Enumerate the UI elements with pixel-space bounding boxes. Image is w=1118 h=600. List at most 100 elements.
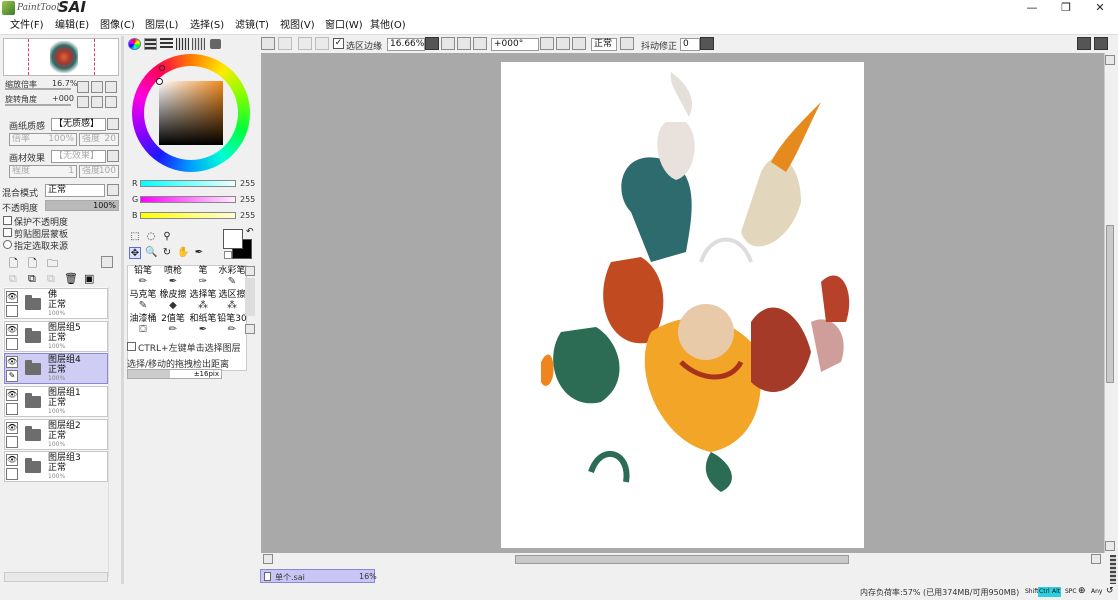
effect-strength-field[interactable]: 强度 100 <box>79 165 119 178</box>
brush-washi[interactable]: 和纸笔 ✒ <box>188 314 218 337</box>
layer-item-fo[interactable]: 👁 佛 正常 100% <box>4 288 108 319</box>
r-slider[interactable] <box>140 180 236 187</box>
magic-wand-icon[interactable]: ⚲ <box>161 231 173 243</box>
nav-rotate-left-icon[interactable] <box>77 96 89 108</box>
brush-pencil30[interactable]: 铅笔30 ✏ <box>217 314 247 337</box>
saturation-value-square[interactable] <box>159 81 223 145</box>
nav-zoom-out-icon[interactable] <box>77 81 89 93</box>
drag-distance-slider[interactable]: ±16pix <box>127 369 222 379</box>
vscroll-up-icon[interactable] <box>1105 55 1115 65</box>
layer-item-group3[interactable]: 👁 图层组3 正常 100% <box>4 451 108 482</box>
document-tab[interactable]: 单个.sai 16% <box>260 569 377 583</box>
effect-width-field[interactable]: 程度 1 <box>9 165 77 178</box>
zoom-out-icon[interactable] <box>441 37 455 50</box>
paper-scale-field[interactable]: 倍率 100% <box>9 133 77 146</box>
stabilizer-dropdown-icon[interactable] <box>700 37 714 50</box>
scratchpad-tab-icon[interactable] <box>210 39 221 49</box>
layer-mask-icon[interactable]: ▣ <box>84 272 94 285</box>
vscroll-thumb[interactable] <box>1106 225 1114 383</box>
layer-hscrollbar[interactable] <box>4 572 108 582</box>
rotate-left-icon[interactable] <box>540 37 554 50</box>
layer-item-group5[interactable]: 👁 图层组5 正常 100% <box>4 321 108 352</box>
swatch-tab-icon[interactable] <box>192 38 205 50</box>
hscroll-left-icon[interactable] <box>263 554 273 564</box>
rect-select-icon[interactable]: ⬚ <box>129 231 141 243</box>
lock-checkbox[interactable] <box>6 468 18 480</box>
g-slider[interactable] <box>140 196 236 203</box>
zoom-slider[interactable] <box>5 88 71 90</box>
hscroll-thumb[interactable] <box>515 555 849 564</box>
zoom-field[interactable]: 16.66% <box>387 38 425 51</box>
hsv-slider-tab-icon[interactable] <box>160 38 173 50</box>
layer-blend-field[interactable]: 正常 <box>45 184 105 197</box>
zoom-icon[interactable]: 🔍 <box>145 247 157 259</box>
fullscreen-icon[interactable] <box>1094 37 1108 50</box>
rotation-field[interactable]: +000° <box>491 38 539 51</box>
layer-item-group2[interactable]: 👁 图层组2 正常 100% <box>4 419 108 450</box>
layer-item-group4[interactable]: 👁 ✎ 图层组4 正常 100% <box>4 353 108 384</box>
opacity-slider[interactable]: 100% <box>45 200 119 211</box>
nav-zoom-reset-icon[interactable] <box>105 81 117 93</box>
paper-texture-dropdown-icon[interactable] <box>107 118 119 130</box>
brush-watercolor[interactable]: 水彩笔 ✎ <box>217 266 247 289</box>
menu-file[interactable]: 文件(F) <box>10 17 44 35</box>
maximize-button[interactable]: ❐ <box>1056 1 1076 15</box>
hscroll-right-icon[interactable] <box>1091 554 1101 564</box>
brush-airbrush[interactable]: 喷枪 ✒ <box>158 266 188 289</box>
rotate-reset-icon[interactable] <box>572 37 586 50</box>
b-slider[interactable] <box>140 212 236 219</box>
layer-scrollbar[interactable] <box>108 287 119 577</box>
menu-select[interactable]: 选择(S) <box>190 17 224 35</box>
brush-pencil[interactable]: 铅笔 ✏ <box>128 266 158 289</box>
menu-filter[interactable]: 滤镜(T) <box>235 17 269 35</box>
visibility-eye-icon[interactable]: 👁 <box>6 389 18 401</box>
lock-checkbox[interactable] <box>6 305 18 317</box>
nav-rotate-reset-icon[interactable] <box>105 96 117 108</box>
lasso-icon[interactable]: ◌ <box>145 231 157 243</box>
brush-select-eraser[interactable]: 选区擦 ⁂ <box>217 290 247 313</box>
lock-checkbox[interactable] <box>6 338 18 350</box>
lock-checkbox[interactable] <box>6 436 18 448</box>
menu-window[interactable]: 窗口(W) <box>325 17 363 35</box>
copy-layer-icon[interactable]: ⧉ <box>9 272 17 286</box>
brush-pen[interactable]: 笔 ✑ <box>188 266 218 289</box>
menu-image[interactable]: 图像(C) <box>100 17 135 35</box>
color-wheel-tab-icon[interactable] <box>128 38 141 50</box>
gradient-tab-icon[interactable] <box>176 38 189 50</box>
eyedropper-icon[interactable]: ✒ <box>193 247 205 259</box>
move-icon[interactable]: ✥ <box>129 247 141 259</box>
visibility-eye-icon[interactable]: 👁 <box>6 291 18 303</box>
redo-icon[interactable] <box>278 37 292 50</box>
visibility-eye-icon[interactable]: 👁 <box>6 454 18 466</box>
menu-view[interactable]: 视图(V) <box>280 17 315 35</box>
rotate-right-icon[interactable] <box>556 37 570 50</box>
visibility-eye-icon[interactable]: 👁 <box>6 422 18 434</box>
zoom-reset-icon[interactable] <box>473 37 487 50</box>
brush-eraser[interactable]: 橡皮擦 ◆ <box>158 290 188 313</box>
drawing-canvas[interactable] <box>501 62 864 548</box>
lock-checkbox[interactable] <box>6 403 18 415</box>
protect-opacity-checkbox[interactable] <box>3 216 12 225</box>
paper-strength-field[interactable]: 强度 20 <box>79 133 119 146</box>
flip-icon[interactable] <box>620 37 634 50</box>
paper-texture-field[interactable]: 【无质感】 <box>51 118 106 131</box>
brush-scroll-down-icon[interactable] <box>245 324 255 334</box>
brush-scrollbar[interactable] <box>245 278 255 316</box>
menu-other[interactable]: 其他(O) <box>370 17 406 35</box>
zoom-in-icon[interactable] <box>457 37 471 50</box>
hue-marker[interactable] <box>159 65 165 71</box>
clipping-group-checkbox[interactable] <box>3 228 12 237</box>
brush-select-pen[interactable]: 选择笔 ⁂ <box>188 290 218 313</box>
brush-bucket[interactable]: 油漆桶 ⛋ <box>128 314 158 337</box>
layer-item-group1[interactable]: 👁 图层组1 正常 100% <box>4 386 108 417</box>
edit-brush-icon[interactable]: ✎ <box>6 370 18 382</box>
nav-rotate-right-icon[interactable] <box>91 96 103 108</box>
layer-blend-dropdown-icon[interactable] <box>107 184 119 196</box>
nav-zoom-in-icon[interactable] <box>91 81 103 93</box>
close-button[interactable]: ✕ <box>1090 1 1110 15</box>
ctrl-select-checkbox[interactable] <box>127 342 136 351</box>
undo-icon[interactable] <box>261 37 275 50</box>
clear-layer-icon[interactable]: ⧉ <box>47 272 55 286</box>
minimize-button[interactable]: — <box>1022 1 1042 15</box>
delete-layer-icon[interactable]: 🗑 <box>64 272 78 285</box>
